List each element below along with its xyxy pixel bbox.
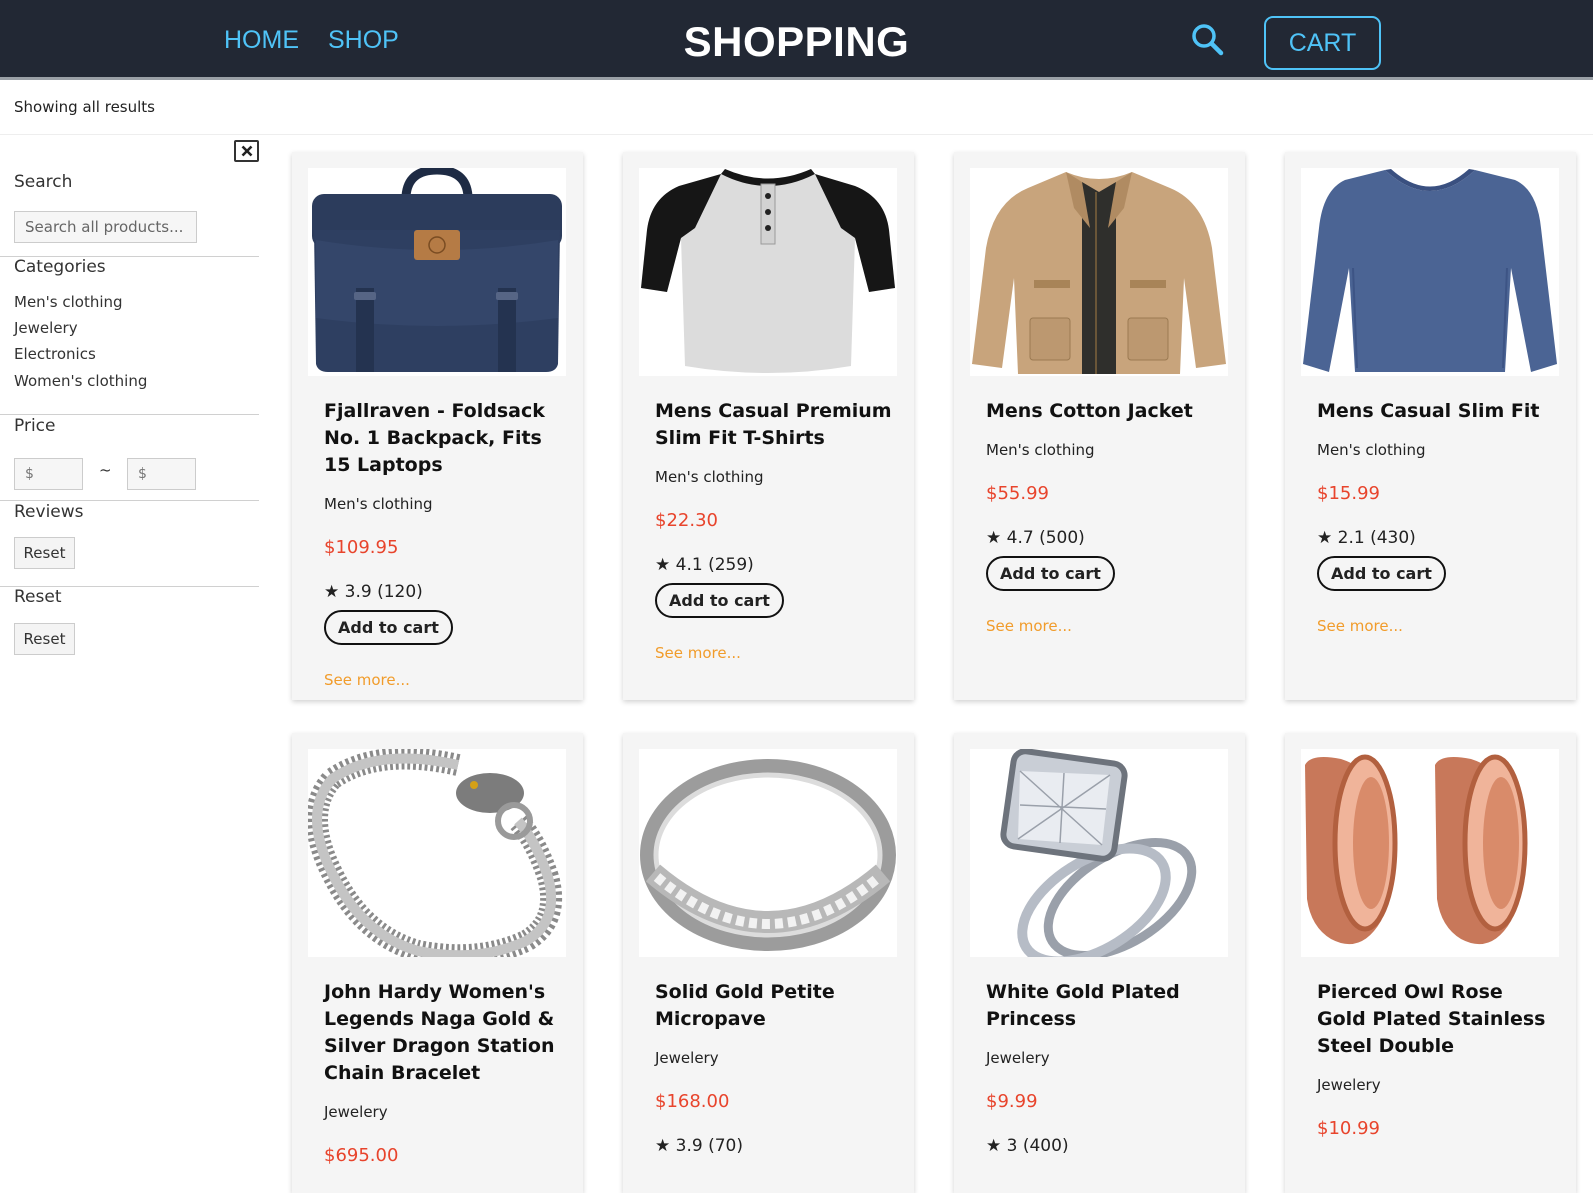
product-price: $9.99 [986, 1091, 1038, 1112]
jacket-image[interactable] [970, 168, 1228, 376]
category-electronics[interactable]: Electronics [14, 345, 96, 363]
reset-all-button[interactable]: Reset [14, 623, 75, 655]
reset-heading: Reset [14, 587, 62, 607]
tshirt-image[interactable] [639, 168, 897, 376]
reviews-reset-button[interactable]: Reset [14, 537, 75, 569]
add-to-cart-button[interactable]: Add to cart [655, 583, 784, 618]
price-range-separator: ~ [99, 461, 112, 479]
see-more-link[interactable]: See more... [655, 644, 895, 662]
top-navbar: HOME SHOP SHOPPING CART [0, 0, 1593, 80]
divider [0, 414, 259, 415]
product-price: $109.95 [324, 537, 399, 558]
search-icon[interactable] [1190, 22, 1226, 58]
product-price: $695.00 [324, 1145, 399, 1166]
add-to-cart-button[interactable]: Add to cart [1317, 556, 1446, 591]
search-heading: Search [14, 172, 73, 192]
backpack-image[interactable] [308, 168, 566, 376]
product-category: Men's clothing [1317, 441, 1426, 459]
product-category: Jewelery [1317, 1076, 1381, 1094]
product-category: Men's clothing [324, 495, 433, 513]
results-bar: Showing all results [0, 83, 1593, 135]
product-title[interactable]: Pierced Owl Rose Gold Plated Stainless S… [1317, 979, 1557, 1060]
product-category: Jewelery [986, 1049, 1050, 1067]
product-price: $15.99 [1317, 483, 1380, 504]
price-min-input[interactable] [14, 458, 83, 490]
category-womens-clothing[interactable]: Women's clothing [14, 372, 147, 390]
product-category: Men's clothing [655, 468, 764, 486]
reviews-heading: Reviews [14, 502, 84, 522]
product-price: $10.99 [1317, 1118, 1380, 1139]
see-more-link[interactable]: See more... [324, 671, 564, 689]
divider [0, 500, 259, 501]
cart-button[interactable]: CART [1264, 16, 1381, 70]
close-icon[interactable] [234, 140, 259, 162]
product-title[interactable]: White Gold Plated Princess [986, 979, 1226, 1033]
product-price: $55.99 [986, 483, 1049, 504]
price-max-input[interactable] [127, 458, 196, 490]
product-title[interactable]: Mens Cotton Jacket [986, 398, 1226, 425]
product-card[interactable]: Mens Casual Slim Fit Men's clothing $15.… [1285, 152, 1576, 700]
category-mens-clothing[interactable]: Men's clothing [14, 293, 123, 311]
add-to-cart-button[interactable]: Add to cart [986, 556, 1115, 591]
add-to-cart-button[interactable]: Add to cart [324, 610, 453, 645]
price-heading: Price [14, 416, 56, 436]
product-card[interactable]: Mens Cotton Jacket Men's clothing $55.99… [954, 152, 1245, 700]
product-category: Men's clothing [986, 441, 1095, 459]
nav-shop-link[interactable]: SHOP [328, 26, 399, 55]
product-title[interactable]: Solid Gold Petite Micropave [655, 979, 895, 1033]
search-input[interactable] [14, 211, 197, 243]
product-category: Jewelery [655, 1049, 719, 1067]
product-rating: ★ 4.7 (500) [986, 528, 1085, 548]
long-sleeve-shirt-image[interactable] [1301, 168, 1559, 376]
product-rating: ★ 3.9 (70) [655, 1136, 743, 1156]
product-card[interactable]: Fjallraven - Foldsack No. 1 Backpack, Fi… [292, 152, 583, 700]
product-category: Jewelery [324, 1103, 388, 1121]
product-rating: ★ 4.1 (259) [655, 555, 754, 575]
plugs-image[interactable] [1301, 749, 1559, 957]
product-title[interactable]: John Hardy Women's Legends Naga Gold & S… [324, 979, 564, 1087]
product-rating: ★ 2.1 (430) [1317, 528, 1416, 548]
see-more-link[interactable]: See more... [1317, 617, 1557, 635]
diamond-ring-image[interactable] [970, 749, 1228, 957]
product-rating: ★ 3.9 (120) [324, 582, 423, 602]
product-price: $168.00 [655, 1091, 730, 1112]
product-title[interactable]: Mens Casual Premium Slim Fit T-Shirts [655, 398, 895, 452]
bracelet-image[interactable] [308, 749, 566, 957]
category-jewelery[interactable]: Jewelery [14, 319, 78, 337]
product-card[interactable]: Solid Gold Petite Micropave Jewelery $16… [623, 733, 914, 1193]
ring-image[interactable] [639, 749, 897, 957]
product-price: $22.30 [655, 510, 718, 531]
product-card[interactable]: White Gold Plated Princess Jewelery $9.9… [954, 733, 1245, 1193]
results-count-text: Showing all results [14, 98, 155, 116]
categories-heading: Categories [14, 257, 106, 277]
product-card[interactable]: John Hardy Women's Legends Naga Gold & S… [292, 733, 583, 1193]
product-card[interactable]: Pierced Owl Rose Gold Plated Stainless S… [1285, 733, 1576, 1193]
see-more-link[interactable]: See more... [986, 617, 1226, 635]
product-title[interactable]: Mens Casual Slim Fit [1317, 398, 1557, 425]
product-card[interactable]: Mens Casual Premium Slim Fit T-Shirts Me… [623, 152, 914, 700]
product-title[interactable]: Fjallraven - Foldsack No. 1 Backpack, Fi… [324, 398, 564, 479]
product-rating: ★ 3 (400) [986, 1136, 1069, 1156]
nav-home-link[interactable]: HOME [224, 26, 299, 55]
